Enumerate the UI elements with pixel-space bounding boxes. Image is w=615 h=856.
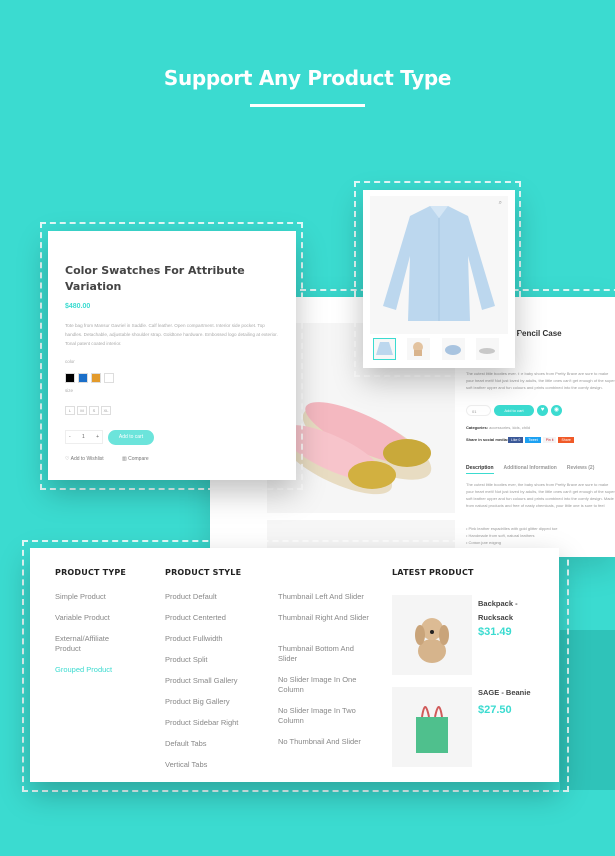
categories: Categories: accessories, kids, child bbox=[466, 424, 530, 431]
product-description: Tote bag from Mansur Gavriel in Saddle. … bbox=[65, 323, 278, 346]
latest-product-price: $31.49 bbox=[478, 626, 512, 638]
latest-product-heading: LATEST PRODUCT bbox=[392, 568, 474, 577]
latest-product-price: $27.50 bbox=[478, 704, 512, 716]
menu-item[interactable]: Thumbnail Right And Slider bbox=[278, 613, 373, 644]
menu-item[interactable]: Product Sidebar Right bbox=[165, 718, 265, 739]
heart-icon: ♡ bbox=[65, 456, 70, 462]
feature-item: • Pink leather espadrilles with gold gli… bbox=[466, 526, 558, 531]
menu-item[interactable]: Default Tabs bbox=[165, 739, 265, 760]
product-style-list-1: Product Default Product Centerted Produc… bbox=[165, 592, 265, 781]
shirt-image bbox=[383, 206, 495, 321]
menu-item[interactable]: Thumbnail Bottom And Slider bbox=[278, 644, 373, 675]
compare-link[interactable]: ▥ Compare bbox=[122, 456, 149, 462]
categories-label: Categories: bbox=[466, 425, 489, 430]
facebook-like-button[interactable]: Like 0 bbox=[508, 437, 524, 443]
tab-description[interactable]: Description bbox=[466, 465, 494, 474]
swatch-white[interactable] bbox=[104, 373, 114, 383]
gallery-main-image[interactable]: ⌕ bbox=[370, 196, 508, 334]
menu-item-grouped-product[interactable]: Grouped Product bbox=[55, 665, 130, 675]
menu-item[interactable]: No Slider Image In One Column bbox=[278, 675, 373, 706]
product-style-list-2: Thumbnail Left And Slider Thumbnail Righ… bbox=[278, 592, 373, 747]
page-title: Support Any Product Type bbox=[163, 66, 452, 90]
swatch-blue[interactable] bbox=[78, 373, 88, 383]
plush-toy-image bbox=[415, 618, 449, 663]
size-s[interactable]: S bbox=[89, 406, 99, 415]
thumbnail-scarf[interactable] bbox=[407, 338, 430, 360]
quantity-input[interactable]: 01 bbox=[466, 405, 491, 416]
product-type-list: Simple Product Variable Product External… bbox=[55, 592, 130, 675]
qty-minus-button[interactable]: - bbox=[69, 434, 71, 440]
menu-item[interactable]: Vertical Tabs bbox=[165, 760, 265, 781]
tweet-button[interactable]: Tweet bbox=[525, 437, 541, 443]
categories-value: accessories, kids, child bbox=[489, 425, 531, 430]
add-to-cart-button[interactable]: Add to cart bbox=[494, 405, 534, 416]
swatch-orange[interactable] bbox=[91, 373, 101, 383]
menu-item-variable-product[interactable]: Variable Product bbox=[55, 613, 130, 634]
mega-menu: PRODUCT TYPE Simple Product Variable Pro… bbox=[30, 548, 559, 782]
chart-icon: ▥ bbox=[122, 456, 127, 462]
product-type-heading: PRODUCT TYPE bbox=[55, 568, 127, 577]
menu-item[interactable]: No Thumbnail And Slider bbox=[278, 737, 373, 747]
product-description: The cutest little booties ever, the baby… bbox=[466, 482, 615, 508]
size-xl[interactable]: XL bbox=[101, 406, 111, 415]
product-price: $480.00 bbox=[65, 303, 91, 310]
qty-input[interactable]: 1 bbox=[82, 434, 85, 440]
product-style-heading: PRODUCT STYLE bbox=[165, 568, 242, 577]
quick-view-eye-icon[interactable]: ◉ bbox=[551, 405, 562, 416]
color-label: color bbox=[65, 359, 75, 364]
menu-item[interactable]: Product Default bbox=[165, 592, 265, 613]
quantity-stepper: - 1 + bbox=[65, 430, 103, 444]
thumbnail-cap[interactable] bbox=[442, 338, 465, 360]
menu-item-external-affiliate-product[interactable]: External/Affiliate Product bbox=[55, 634, 130, 665]
color-swatches bbox=[65, 370, 117, 388]
qty-plus-button[interactable]: + bbox=[96, 434, 99, 440]
size-options: L M S XL bbox=[65, 399, 113, 417]
tab-reviews[interactable]: Reviews (2) bbox=[567, 465, 595, 474]
add-to-cart-button[interactable]: Add to cart bbox=[108, 430, 154, 445]
latest-product-name[interactable]: Backpack - Rucksack bbox=[478, 597, 548, 625]
product-thumbnail-plush[interactable] bbox=[392, 595, 472, 675]
add-to-wishlist-link[interactable]: ♡ Add to Wishlist bbox=[65, 456, 104, 462]
tote-bag-image bbox=[416, 706, 448, 753]
share-label: Share in social media: bbox=[466, 437, 509, 442]
menu-item[interactable]: Product Small Gallery bbox=[165, 676, 265, 697]
menu-item-simple-product[interactable]: Simple Product bbox=[55, 592, 130, 613]
pinterest-button[interactable]: Pin it bbox=[542, 437, 557, 443]
zoom-icon[interactable]: ⌕ bbox=[499, 200, 502, 207]
menu-item[interactable]: Product Centerted bbox=[165, 613, 265, 634]
thumbnail-shirt[interactable] bbox=[373, 338, 396, 360]
thumbnail-shoes[interactable] bbox=[476, 338, 499, 360]
menu-item[interactable]: Product Big Gallery bbox=[165, 697, 265, 718]
gallery-card: ⌕ bbox=[363, 190, 515, 368]
size-label: size bbox=[65, 388, 74, 393]
swatch-product-card: Color Swatches For Attribute Variation $… bbox=[48, 231, 296, 480]
product-thumbnail-bag[interactable] bbox=[392, 687, 472, 767]
menu-item[interactable]: Thumbnail Left And Slider bbox=[278, 592, 373, 613]
title-underline bbox=[250, 104, 365, 107]
share-button[interactable]: Share bbox=[558, 437, 574, 443]
size-l[interactable]: L bbox=[65, 406, 75, 415]
feature-item: • Handmade from soft, natural leathers bbox=[466, 533, 535, 538]
swatch-black[interactable] bbox=[65, 373, 75, 383]
product-title: Color Swatches For Attribute Variation bbox=[65, 264, 245, 293]
menu-item[interactable]: Product Fullwidth bbox=[165, 634, 265, 655]
menu-item[interactable]: No Slider Image In Two Column bbox=[278, 706, 373, 737]
size-m[interactable]: M bbox=[77, 406, 87, 415]
wishlist-heart-icon[interactable]: ♥ bbox=[537, 405, 548, 416]
latest-product-name[interactable]: SAGE - Beanie bbox=[478, 688, 531, 697]
menu-item[interactable]: Product Split bbox=[165, 655, 265, 676]
tab-additional-information[interactable]: Additional Information bbox=[504, 465, 557, 474]
